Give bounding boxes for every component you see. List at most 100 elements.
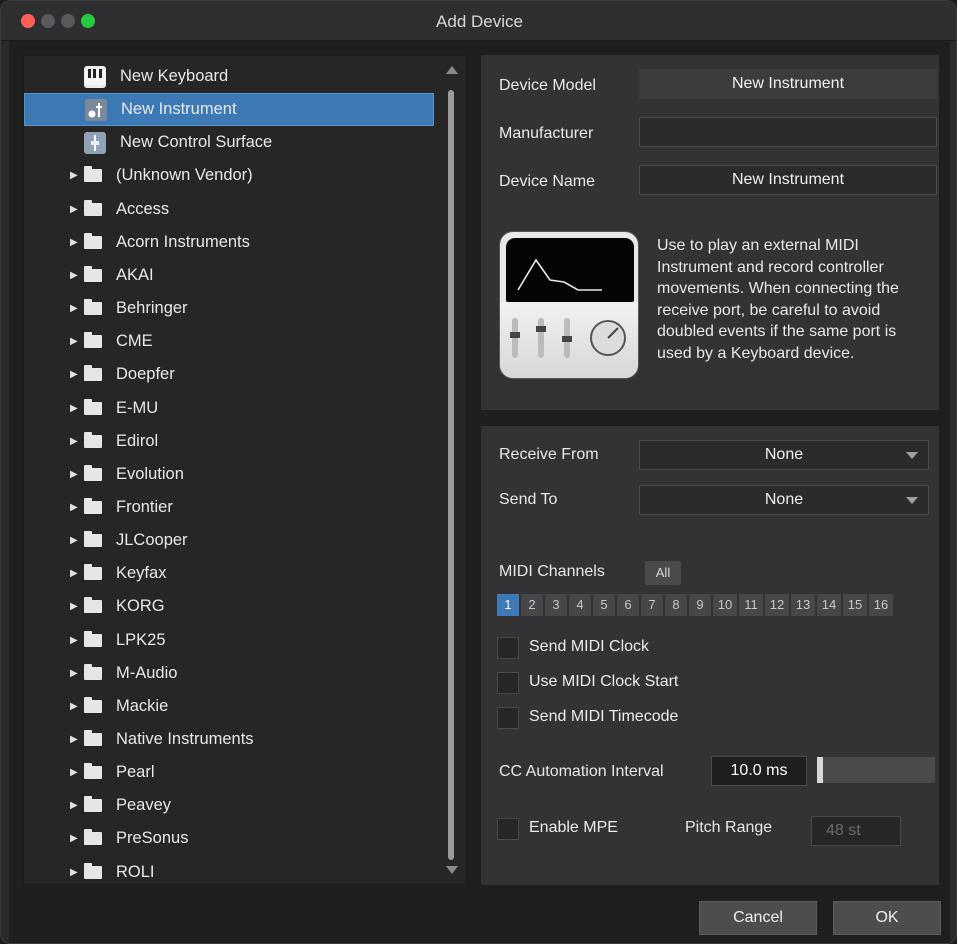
cc-automation-interval-slider[interactable]	[817, 757, 935, 783]
disclosure-triangle-icon[interactable]: ▶	[70, 469, 80, 480]
scroll-thumb[interactable]	[448, 90, 454, 860]
midi-channel-10-button[interactable]: 10	[713, 594, 737, 616]
device-name-field[interactable]: New Instrument	[639, 165, 937, 195]
disclosure-triangle-icon[interactable]: ▶	[70, 734, 80, 745]
tree-item-label: KORG	[116, 597, 165, 616]
enable-mpe-checkbox[interactable]	[497, 818, 519, 840]
midi-channel-4-button[interactable]: 4	[569, 594, 591, 616]
midi-channel-6-button[interactable]: 6	[617, 594, 639, 616]
disclosure-triangle-icon[interactable]: ▶	[70, 635, 80, 646]
send-midi-clock-label: Send MIDI Clock	[529, 638, 650, 655]
disclosure-triangle-icon[interactable]: ▶	[70, 170, 80, 181]
disclosure-triangle-icon[interactable]: ▶	[70, 668, 80, 679]
manufacturer-field[interactable]	[639, 117, 937, 147]
folder-icon	[84, 862, 102, 879]
disclosure-triangle-icon[interactable]: ▶	[70, 270, 80, 281]
vendor-folder-row[interactable]: ▶ Mackie	[24, 690, 434, 723]
midi-channel-12-button[interactable]: 12	[765, 594, 789, 616]
device-model-field[interactable]: New Instrument	[639, 69, 937, 99]
vendor-folder-row[interactable]: ▶ Acorn Instruments	[24, 226, 434, 259]
cc-automation-interval-field[interactable]: 10.0 ms	[711, 756, 807, 786]
folder-icon	[84, 597, 102, 614]
midi-channel-2-button[interactable]: 2	[521, 594, 543, 616]
midi-channel-16-button[interactable]: 16	[869, 594, 893, 616]
midi-channel-3-button[interactable]: 3	[545, 594, 567, 616]
vendor-folder-row[interactable]: ▶ Pearl	[24, 756, 434, 789]
send-midi-clock-checkbox[interactable]	[497, 637, 519, 659]
disclosure-triangle-icon[interactable]: ▶	[70, 833, 80, 844]
vendor-folder-row[interactable]: ▶ Access	[24, 193, 434, 226]
disclosure-triangle-icon[interactable]: ▶	[70, 535, 80, 546]
midi-channel-7-button[interactable]: 7	[641, 594, 663, 616]
slider-handle[interactable]	[817, 757, 823, 783]
device-template-row[interactable]: New Instrument	[24, 93, 434, 127]
folder-icon	[84, 431, 102, 448]
vendor-folder-row[interactable]: ▶ Behringer	[24, 292, 434, 325]
send-midi-timecode-checkbox[interactable]	[497, 707, 519, 729]
disclosure-triangle-icon[interactable]: ▶	[70, 303, 80, 314]
folder-icon	[84, 796, 102, 813]
use-midi-clock-start-label: Use MIDI Clock Start	[529, 673, 679, 690]
scroll-down-arrow-icon[interactable]	[446, 866, 458, 874]
device-description: Use to play an external MIDI Instrument …	[657, 237, 899, 362]
disclosure-triangle-icon[interactable]: ▶	[70, 403, 80, 414]
vendor-folder-row[interactable]: ▶ (Unknown Vendor)	[24, 159, 434, 192]
vendor-folder-row[interactable]: ▶ PreSonus	[24, 822, 434, 855]
disclosure-triangle-icon[interactable]: ▶	[70, 369, 80, 380]
vendor-folder-row[interactable]: ▶ KORG	[24, 590, 434, 623]
tree-item-label: Mackie	[116, 696, 169, 715]
midi-channel-13-button[interactable]: 13	[791, 594, 815, 616]
all-channels-button[interactable]: All	[645, 561, 681, 585]
disclosure-triangle-icon[interactable]: ▶	[70, 800, 80, 811]
disclosure-triangle-icon[interactable]: ▶	[70, 701, 80, 712]
disclosure-triangle-icon[interactable]: ▶	[70, 767, 80, 778]
tree-item-label: Pearl	[116, 763, 155, 782]
tree-item-label: New Instrument	[121, 100, 237, 119]
midi-channel-5-button[interactable]: 5	[593, 594, 615, 616]
vendor-folder-row[interactable]: ▶ AKAI	[24, 259, 434, 292]
midi-channel-8-button[interactable]: 8	[665, 594, 687, 616]
scroll-up-arrow-icon[interactable]	[446, 66, 458, 74]
vendor-folder-row[interactable]: ▶ CME	[24, 325, 434, 358]
vendor-folder-row[interactable]: ▶ M-Audio	[24, 657, 434, 690]
vendor-folder-row[interactable]: ▶ Keyfax	[24, 557, 434, 590]
disclosure-triangle-icon[interactable]: ▶	[70, 568, 80, 579]
midi-channel-14-button[interactable]: 14	[817, 594, 841, 616]
disclosure-triangle-icon[interactable]: ▶	[70, 601, 80, 612]
folder-icon	[84, 663, 102, 680]
vendor-folder-row[interactable]: ▶ LPK25	[24, 624, 434, 657]
vendor-folder-row[interactable]: ▶ Doepfer	[24, 358, 434, 391]
vendor-folder-row[interactable]: ▶ JLCooper	[24, 524, 434, 557]
vendor-folder-row[interactable]: ▶ E-MU	[24, 392, 434, 425]
disclosure-triangle-icon[interactable]: ▶	[70, 502, 80, 513]
disclosure-triangle-icon[interactable]: ▶	[70, 436, 80, 447]
vendor-folder-row[interactable]: ▶ Evolution	[24, 458, 434, 491]
vendor-folder-row[interactable]: ▶ Peavey	[24, 789, 434, 822]
instrument-icon	[85, 98, 107, 121]
device-template-row[interactable]: New Control Surface	[24, 126, 434, 159]
tree-scrollbar[interactable]	[438, 56, 464, 884]
enable-mpe-label: Enable MPE	[529, 819, 618, 836]
pitch-range-field[interactable]: 48 st	[811, 816, 901, 846]
disclosure-triangle-icon[interactable]: ▶	[70, 867, 80, 878]
midi-channel-15-button[interactable]: 15	[843, 594, 867, 616]
midi-channel-1-button[interactable]: 1	[497, 594, 519, 616]
midi-channel-11-button[interactable]: 11	[739, 594, 763, 616]
receive-from-select[interactable]: None	[639, 440, 929, 470]
vendor-folder-row[interactable]: ▶ Edirol	[24, 425, 434, 458]
vendor-folder-row[interactable]: ▶ Frontier	[24, 491, 434, 524]
tree-item-label: Access	[116, 199, 170, 218]
tree-item-label: New Control Surface	[120, 133, 273, 152]
disclosure-triangle-icon[interactable]: ▶	[70, 336, 80, 347]
device-template-row[interactable]: New Keyboard	[24, 60, 434, 93]
control-icon	[84, 131, 106, 154]
vendor-folder-row[interactable]: ▶ ROLI	[24, 856, 434, 889]
use-midi-clock-start-checkbox[interactable]	[497, 672, 519, 694]
disclosure-triangle-icon[interactable]: ▶	[70, 237, 80, 248]
vendor-folder-row[interactable]: ▶ Native Instruments	[24, 723, 434, 756]
midi-channel-9-button[interactable]: 9	[689, 594, 711, 616]
cancel-button[interactable]: Cancel	[699, 901, 817, 935]
disclosure-triangle-icon[interactable]: ▶	[70, 204, 80, 215]
ok-button[interactable]: OK	[833, 901, 941, 935]
send-to-select[interactable]: None	[639, 485, 929, 515]
